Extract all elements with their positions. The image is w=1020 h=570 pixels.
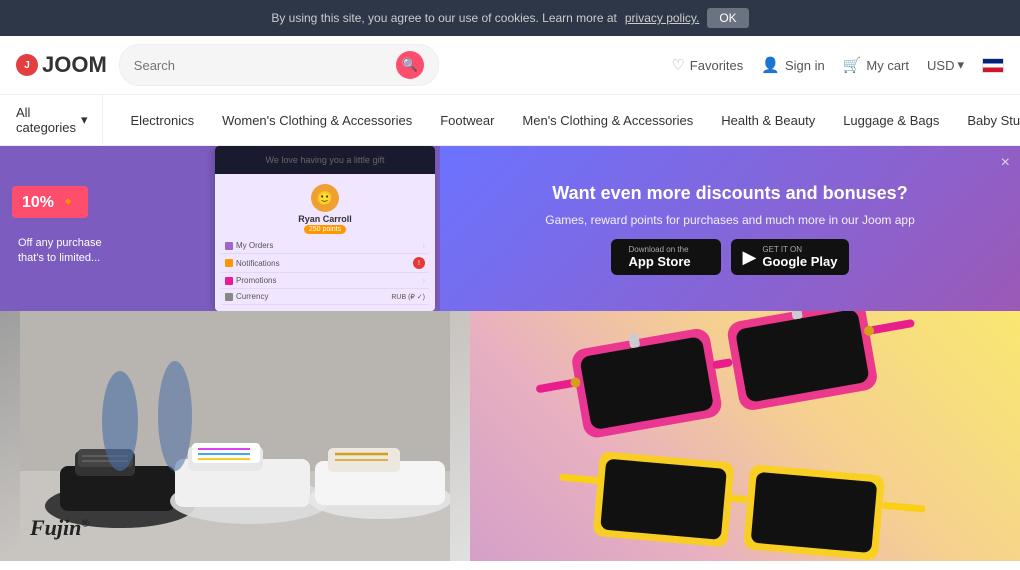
fujin-logo: Fujin®	[30, 515, 89, 541]
shoes-banner[interactable]: Fujin®	[0, 311, 470, 561]
top-banners: 10% 🔸 Off any purchase that's to limited…	[0, 146, 1020, 311]
currency-icon	[225, 293, 233, 301]
nav-item-luggage[interactable]: Luggage & Bags	[829, 103, 953, 138]
nav-item-womens[interactable]: Women's Clothing & Accessories	[208, 103, 426, 138]
all-categories-dropdown[interactable]: All categories ▾	[16, 95, 103, 145]
google-play-label: Google Play	[762, 254, 837, 269]
logo-text: JOOM	[42, 52, 107, 78]
app-store-label: App Store	[629, 254, 691, 269]
chevron-icon: ›	[422, 241, 425, 250]
diamond-icon: 🔸	[58, 194, 78, 211]
google-play-icon: ▶	[743, 247, 757, 268]
purple-background: 10% 🔸 Off any purchase that's to limited…	[0, 146, 210, 311]
discount-tag: 10% 🔸	[12, 186, 88, 218]
privacy-policy-link[interactable]: privacy policy.	[625, 11, 699, 25]
orders-icon	[225, 242, 233, 250]
cart-link[interactable]: 🛒 My cart	[843, 56, 909, 74]
phone-mockup: We love having you a little gift 🙂 Ryan …	[215, 146, 435, 311]
phone-profile: 🙂 Ryan Carroll 250 points	[221, 180, 429, 238]
currency-selector[interactable]: USD ▾	[927, 57, 964, 73]
avatar: 🙂	[311, 184, 339, 212]
sunglasses-svg	[510, 311, 980, 561]
search-icon: 🔍	[402, 57, 418, 73]
logo[interactable]: J JOOM	[16, 52, 107, 78]
chevron-icon-2: ›	[422, 276, 425, 285]
app-store-small-text: Download on the	[629, 245, 691, 254]
chevron-down-icon: ▾	[81, 112, 88, 128]
nav-item-footwear[interactable]: Footwear	[426, 103, 508, 138]
shoes-image: Fujin®	[0, 311, 470, 561]
phone-menu-orders: My Orders ›	[221, 238, 429, 254]
phone-menu-notifications: Notifications !	[221, 254, 429, 273]
sunglasses-banner[interactable]	[470, 311, 1020, 561]
bottom-banners: Fujin®	[0, 311, 1020, 561]
currency-value: USD	[927, 58, 954, 73]
all-categories-label: All categories	[16, 105, 76, 135]
promo-left-text: Off any purchase that's to limited...	[18, 236, 102, 267]
promotions-icon	[225, 277, 233, 285]
search-input[interactable]	[134, 58, 396, 73]
header: J JOOM 🔍 ♡ Favorites 👤 Sign in 🛒 My cart…	[0, 36, 1020, 95]
cookie-text: By using this site, you agree to our use…	[271, 11, 617, 25]
nav-item-health[interactable]: Health & Beauty	[707, 103, 829, 138]
main-nav: All categories ▾ Electronics Women's Clo…	[0, 95, 1020, 146]
promo-subtitle: Games, reward points for purchases and m…	[545, 211, 915, 229]
favorites-label: Favorites	[690, 58, 743, 73]
signin-link[interactable]: 👤 Sign in	[761, 56, 824, 74]
favorites-link[interactable]: ♡ Favorites	[671, 56, 743, 74]
user-name: Ryan Carroll	[298, 214, 352, 224]
heart-icon: ♡	[671, 56, 684, 74]
notifications-icon	[225, 259, 233, 267]
logo-icon: J	[16, 54, 38, 76]
main-content: 10% 🔸 Off any purchase that's to limited…	[0, 146, 1020, 561]
flag-icon	[982, 58, 1004, 73]
google-play-small-text: GET IT ON	[762, 245, 837, 254]
user-icon: 👤	[761, 56, 780, 74]
currency-arrow: ▾	[957, 57, 964, 73]
google-play-button[interactable]: ▶ GET IT ON Google Play	[731, 239, 850, 275]
app-store-button[interactable]: Download on the App Store	[611, 239, 721, 275]
signin-label: Sign in	[785, 58, 825, 73]
cookie-ok-button[interactable]: OK	[707, 8, 748, 28]
currency-value-phone: RUB (₽ ✓)	[391, 293, 425, 301]
nav-item-electronics[interactable]: Electronics	[117, 103, 209, 138]
nav-item-mens[interactable]: Men's Clothing & Accessories	[508, 103, 707, 138]
promo-right-banner: × Want even more discounts and bonuses? …	[440, 146, 1020, 311]
cart-label: My cart	[866, 58, 909, 73]
phone-screen: 🙂 Ryan Carroll 250 points My Orders ›	[215, 174, 435, 311]
phone-menu-currency: Currency RUB (₽ ✓)	[221, 289, 429, 305]
search-button[interactable]: 🔍	[396, 51, 424, 79]
phone-top-bar: We love having you a little gift	[215, 146, 435, 174]
app-buttons: Download on the App Store ▶ GET IT ON Go…	[611, 239, 850, 275]
cart-icon: 🛒	[843, 56, 862, 74]
header-actions: ♡ Favorites 👤 Sign in 🛒 My cart USD ▾	[671, 56, 1004, 74]
points-badge: 250 points	[304, 225, 346, 234]
phone-header-text: We love having you a little gift	[266, 155, 385, 165]
search-bar: 🔍	[119, 44, 439, 86]
close-button[interactable]: ×	[1001, 154, 1010, 172]
promo-left-banner: 10% 🔸 Off any purchase that's to limited…	[0, 146, 440, 311]
cookie-banner: By using this site, you agree to our use…	[0, 0, 1020, 36]
notification-badge: !	[413, 257, 425, 269]
phone-menu-promotions: Promotions ›	[221, 273, 429, 289]
promo-title: Want even more discounts and bonuses?	[552, 182, 907, 205]
nav-item-baby[interactable]: Baby Stuff	[953, 103, 1020, 138]
